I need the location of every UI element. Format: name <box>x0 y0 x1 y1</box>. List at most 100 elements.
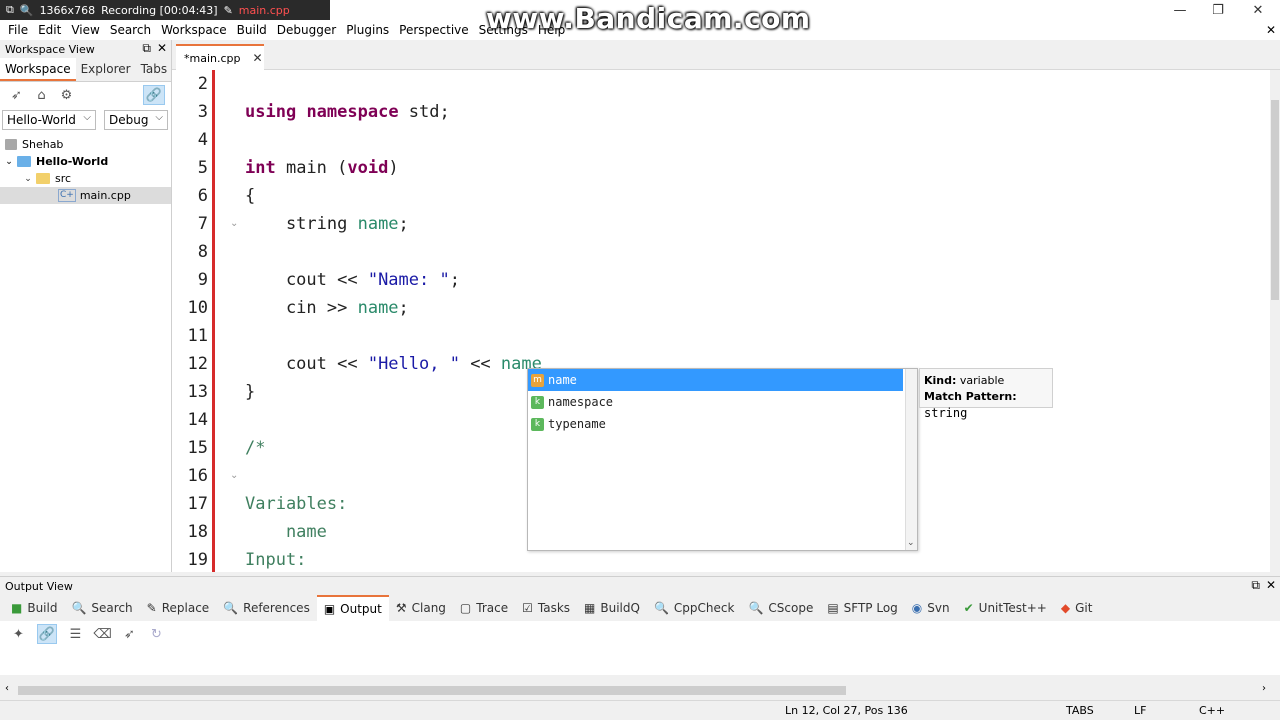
editor-tab-main-cpp[interactable]: *main.cpp ✕ <box>176 44 264 70</box>
restore-button[interactable]: ❐ <box>1200 0 1236 20</box>
tree-root[interactable]: Shehab <box>0 136 171 153</box>
minimize-button[interactable]: — <box>1162 0 1198 20</box>
menu-view[interactable]: View <box>66 23 104 37</box>
menu-file[interactable]: File <box>3 23 33 37</box>
menu-edit[interactable]: Edit <box>33 23 66 37</box>
tab-workspace[interactable]: Workspace <box>0 58 76 81</box>
tab-references[interactable]: 🔍 References <box>216 595 317 621</box>
output-tabs: ■ Build 🔍 Search ✎ Replace 🔍 References ▣ Out… <box>0 595 1280 621</box>
project-select[interactable]: Hello-World ⌵ <box>2 110 96 130</box>
fold-toggle-icon[interactable]: ⌄ <box>230 470 242 481</box>
refresh-icon[interactable]: ↻ <box>148 626 165 643</box>
scrollbar-thumb[interactable] <box>18 686 846 695</box>
tab-cscope[interactable]: 🔍 CScope <box>741 595 820 621</box>
tree-file[interactable]: C+ main.cpp <box>0 187 171 204</box>
line-number: 3 <box>197 102 208 122</box>
close-button[interactable]: ✕ <box>1240 0 1276 20</box>
menu-close-icon[interactable]: ✕ <box>1266 20 1276 40</box>
line-number: 14 <box>187 410 208 430</box>
edit-icon: ✎ <box>223 3 233 17</box>
autocomplete-item[interactable]: k typename <box>528 413 903 435</box>
tab-clang[interactable]: ⚒ Clang <box>389 595 453 621</box>
project-folder-icon <box>17 156 31 167</box>
undock-icon[interactable]: ⧉ <box>142 41 151 56</box>
menu-plugins[interactable]: Plugins <box>341 23 394 37</box>
clear-icon[interactable]: ⌫ <box>93 626 111 643</box>
line-number: 7 <box>197 214 208 234</box>
menu-debugger[interactable]: Debugger <box>272 23 341 37</box>
tab-unittest[interactable]: ✔ UnitTest++ <box>957 595 1054 621</box>
tab-output[interactable]: ▣ Output <box>316 595 389 621</box>
home-icon[interactable]: ⌂ <box>33 87 50 104</box>
tab-buildq[interactable]: ▦ BuildQ <box>577 595 647 621</box>
scrollbar-thumb[interactable] <box>1271 100 1279 300</box>
tab-cppcheck[interactable]: 🔍 CppCheck <box>647 595 741 621</box>
word-wrap-icon[interactable]: ☰ <box>67 626 84 643</box>
editor-tabs: *main.cpp ✕ <box>172 40 1280 70</box>
replace-icon: ✎ <box>146 601 157 615</box>
eol-mode[interactable]: LF <box>1134 704 1146 717</box>
tab-tabs[interactable]: Tabs <box>136 58 173 81</box>
gear-icon[interactable]: ⚙ <box>58 87 75 104</box>
chevron-down-icon[interactable]: ⌄ <box>3 157 15 167</box>
output-body[interactable] <box>0 647 1280 675</box>
workspace-toolbar: ➶ ⌂ ⚙ 🔗 <box>0 82 171 108</box>
close-icon[interactable]: ✕ <box>1266 578 1276 593</box>
tab-git[interactable]: ◆ Git <box>1054 595 1100 621</box>
line-gutter: 2 3 4 5 6 7 8 9 10 11 12 13 14 15 16 17 … <box>172 70 212 572</box>
link-icon[interactable]: 🔗 <box>37 624 57 644</box>
code-line-10: cin >> name; <box>245 298 409 318</box>
editor-vertical-scrollbar[interactable] <box>1270 70 1280 572</box>
send-icon[interactable]: ➶ <box>8 87 25 104</box>
recording-strip: ⧉ 🔍 1366x768 Recording [00:04:43] ✎ main… <box>0 0 330 20</box>
config-select[interactable]: Debug ⌵ <box>104 110 168 130</box>
chevron-left-icon[interactable]: ‹ <box>5 683 9 694</box>
pin-icon[interactable]: ✦ <box>10 626 27 643</box>
close-icon[interactable]: ✕ <box>157 41 167 56</box>
send-icon[interactable]: ➶ <box>121 626 138 643</box>
tip-match-label: Match Pattern: <box>924 390 1017 403</box>
output-horizontal-scrollbar[interactable]: ‹ › <box>0 681 1280 699</box>
chevron-right-icon[interactable]: › <box>1262 683 1266 694</box>
chevron-down-icon: ⌵ <box>83 112 91 123</box>
code-line-17: Variables: <box>245 494 348 514</box>
menu-perspective[interactable]: Perspective <box>394 23 474 37</box>
autocomplete-item[interactable]: m name <box>528 369 903 391</box>
fold-toggle-icon[interactable]: ⌄ <box>230 218 242 229</box>
keyword-int: int <box>245 158 276 178</box>
link-editor-icon[interactable]: 🔗 <box>143 85 165 105</box>
undock-icon[interactable]: ⧉ <box>1251 578 1260 593</box>
chevron-down-icon[interactable]: ⌄ <box>907 538 915 548</box>
menu-build[interactable]: Build <box>232 23 272 37</box>
tab-search[interactable]: 🔍 Search <box>64 595 139 621</box>
tab-label: BuildQ <box>600 601 640 615</box>
indent-mode[interactable]: TABS <box>1066 704 1094 717</box>
language-mode[interactable]: C++ <box>1199 704 1225 717</box>
string-literal: "Name: " <box>367 270 450 290</box>
string-literal: "Hello, " <box>367 354 460 374</box>
tab-trace[interactable]: ▢ Trace <box>453 595 515 621</box>
tab-build[interactable]: ■ Build <box>4 595 64 621</box>
tab-replace[interactable]: ✎ Replace <box>140 595 217 621</box>
keyword-using: using <box>245 102 297 122</box>
tree-root-label: Shehab <box>22 138 64 151</box>
autocomplete-item[interactable]: k namespace <box>528 391 903 413</box>
menu-search[interactable]: Search <box>105 23 156 37</box>
line-number: 15 <box>187 438 208 458</box>
close-tab-icon[interactable]: ✕ <box>253 51 263 65</box>
chevron-down-icon[interactable]: ⌄ <box>22 174 34 184</box>
tab-explorer[interactable]: Explorer <box>76 58 136 81</box>
tab-svn[interactable]: ◉ Svn <box>905 595 957 621</box>
tree-project[interactable]: ⌄ Hello-World <box>0 153 171 170</box>
tab-label: References <box>243 601 310 615</box>
workspace-icon <box>5 139 17 150</box>
menu-workspace[interactable]: Workspace <box>156 23 232 37</box>
tab-sftp-log[interactable]: ▤ SFTP Log <box>820 595 904 621</box>
editor-tab-label: *main.cpp <box>184 51 241 65</box>
keyword-icon: k <box>531 417 544 431</box>
autocomplete-scrollbar[interactable]: ⌄ <box>905 369 917 550</box>
tree-folder[interactable]: ⌄ src <box>0 170 171 187</box>
tab-tasks[interactable]: ☑ Tasks <box>515 595 577 621</box>
line-number: 2 <box>197 74 208 94</box>
line-number: 11 <box>187 326 208 346</box>
